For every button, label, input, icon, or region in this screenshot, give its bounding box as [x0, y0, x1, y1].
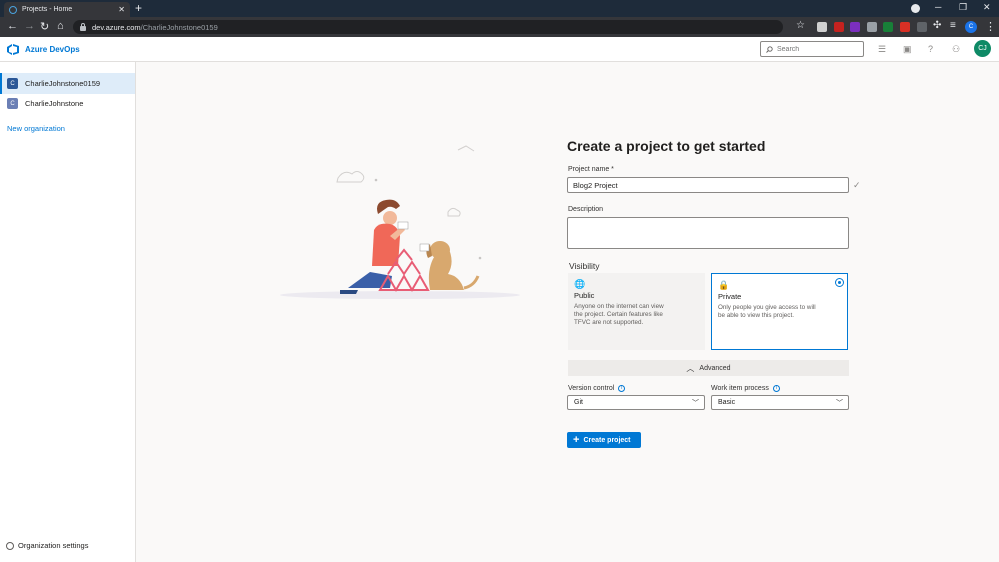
browser-toolbar: ← → ↻ ⌂ dev.azure.com /CharlieJohnstone0…: [0, 17, 999, 37]
address-bar[interactable]: dev.azure.com /CharlieJohnstone0159: [73, 20, 783, 34]
extension-icon[interactable]: [900, 22, 910, 32]
onenote-extension-icon[interactable]: [850, 22, 860, 32]
public-description: Anyone on the internet can view the proj…: [574, 303, 664, 327]
url-path: /CharlieJohnstone0159: [140, 22, 218, 32]
list-icon[interactable]: ☰: [878, 44, 886, 55]
org-label: CharlieJohnstone: [25, 99, 84, 108]
browser-tab-bar: Projects - Home ✕ + ─ ❐ ✕: [0, 0, 999, 17]
extension-icon[interactable]: [867, 22, 877, 32]
marketplace-bag-icon[interactable]: ▣: [903, 44, 912, 55]
info-icon[interactable]: i: [772, 385, 780, 392]
user-avatar[interactable]: CJ: [974, 40, 991, 57]
org-sidebar: C CharlieJohnstone0159 C CharlieJohnston…: [0, 62, 136, 562]
sidebar-org-item[interactable]: C CharlieJohnstone: [0, 93, 135, 114]
back-icon[interactable]: ←: [7, 20, 18, 32]
org-label: CharlieJohnstone0159: [25, 79, 101, 88]
grammarly-extension-icon[interactable]: [883, 22, 893, 32]
work-item-process-label: Work item process i: [711, 385, 780, 392]
search-icon: [766, 45, 773, 53]
puzzle-extensions-icon[interactable]: ✣: [933, 20, 941, 31]
reload-icon[interactable]: ↻: [40, 20, 49, 33]
pdf-extension-icon[interactable]: [834, 22, 844, 32]
help-icon[interactable]: ?: [928, 44, 933, 54]
profile-avatar[interactable]: C: [965, 21, 977, 33]
advanced-label: Advanced: [699, 364, 731, 372]
browser-tab[interactable]: Projects - Home ✕: [4, 2, 130, 17]
reading-list-icon[interactable]: ≡: [950, 20, 956, 31]
version-control-value: Git: [574, 399, 583, 406]
visibility-label: Visibility: [569, 261, 600, 271]
brand-name[interactable]: Azure DevOps: [25, 45, 80, 54]
chevron-down-icon: ﹀: [692, 399, 699, 407]
extension-icon[interactable]: [817, 22, 827, 32]
version-control-dropdown[interactable]: Git ﹀: [567, 395, 705, 410]
lock-icon: [80, 22, 86, 31]
window-close-icon[interactable]: ✕: [983, 2, 991, 13]
project-name-label: Project name *: [568, 166, 614, 173]
page-title: Create a project to get started: [567, 138, 766, 154]
new-tab-icon[interactable]: +: [135, 1, 142, 15]
create-project-button[interactable]: + Create project: [567, 432, 641, 448]
project-name-input[interactable]: [567, 177, 849, 193]
version-control-label: Version control i: [568, 385, 626, 392]
azure-devops-logo-icon[interactable]: [7, 44, 19, 55]
bookmark-star-icon[interactable]: ☆: [796, 20, 805, 31]
user-settings-icon[interactable]: ⚇: [952, 44, 960, 55]
person-with-dog-illustration: [280, 145, 520, 299]
organization-settings-button[interactable]: Organization settings: [6, 541, 88, 550]
plus-icon: +: [573, 434, 580, 446]
extension-icon[interactable]: [917, 22, 927, 32]
menu-kebab-icon[interactable]: ⋮: [985, 20, 996, 33]
forward-icon[interactable]: →: [24, 20, 35, 32]
sidebar-org-item[interactable]: C CharlieJohnstone0159: [0, 73, 135, 94]
org-avatar: C: [7, 98, 18, 109]
app-header: Azure DevOps ☰ ▣ ? ⚇ CJ: [0, 37, 999, 62]
url-host: dev.azure.com: [92, 22, 141, 32]
work-item-process-value: Basic: [718, 399, 736, 406]
version-control-label-text: Version control: [568, 385, 615, 392]
search-input[interactable]: [777, 45, 861, 53]
work-item-process-dropdown[interactable]: Basic ﹀: [711, 395, 849, 410]
azure-devops-favicon-icon: [9, 5, 17, 14]
tab-close-icon[interactable]: ✕: [118, 5, 125, 14]
home-icon[interactable]: ⌂: [57, 20, 64, 32]
advanced-toggle[interactable]: ︿ Advanced: [568, 360, 849, 376]
gear-icon: [6, 541, 14, 550]
globe-icon: 🌐: [574, 279, 586, 289]
tab-title: Projects - Home: [22, 6, 73, 13]
visibility-option-public[interactable]: 🌐 Public Anyone on the internet can view…: [568, 273, 705, 350]
minimize-icon[interactable]: ─: [935, 2, 941, 12]
create-project-label: Create project: [583, 436, 631, 444]
info-icon[interactable]: i: [618, 385, 626, 392]
maximize-icon[interactable]: ❐: [959, 2, 967, 13]
lock-icon: 🔒: [718, 280, 730, 290]
public-title: Public: [574, 291, 595, 300]
description-label: Description: [568, 206, 604, 213]
valid-check-icon: ✓: [853, 180, 861, 190]
chevron-up-icon: ︿: [686, 363, 695, 373]
private-title: Private: [718, 292, 742, 301]
work-item-process-label-text: Work item process: [711, 385, 769, 392]
chevron-down-icon: ﹀: [836, 399, 843, 407]
new-organization-link[interactable]: New organization: [7, 124, 65, 133]
search-box[interactable]: [760, 41, 864, 57]
private-description: Only people you give access to will be a…: [718, 304, 816, 320]
description-input[interactable]: [567, 217, 849, 249]
org-avatar: C: [7, 78, 18, 89]
visibility-option-private[interactable]: 🔒 Private Only people you give access to…: [711, 273, 848, 350]
organization-settings-label: Organization settings: [18, 541, 89, 550]
browser-profile-icon[interactable]: [911, 4, 920, 13]
private-radio-selected[interactable]: [835, 278, 844, 287]
